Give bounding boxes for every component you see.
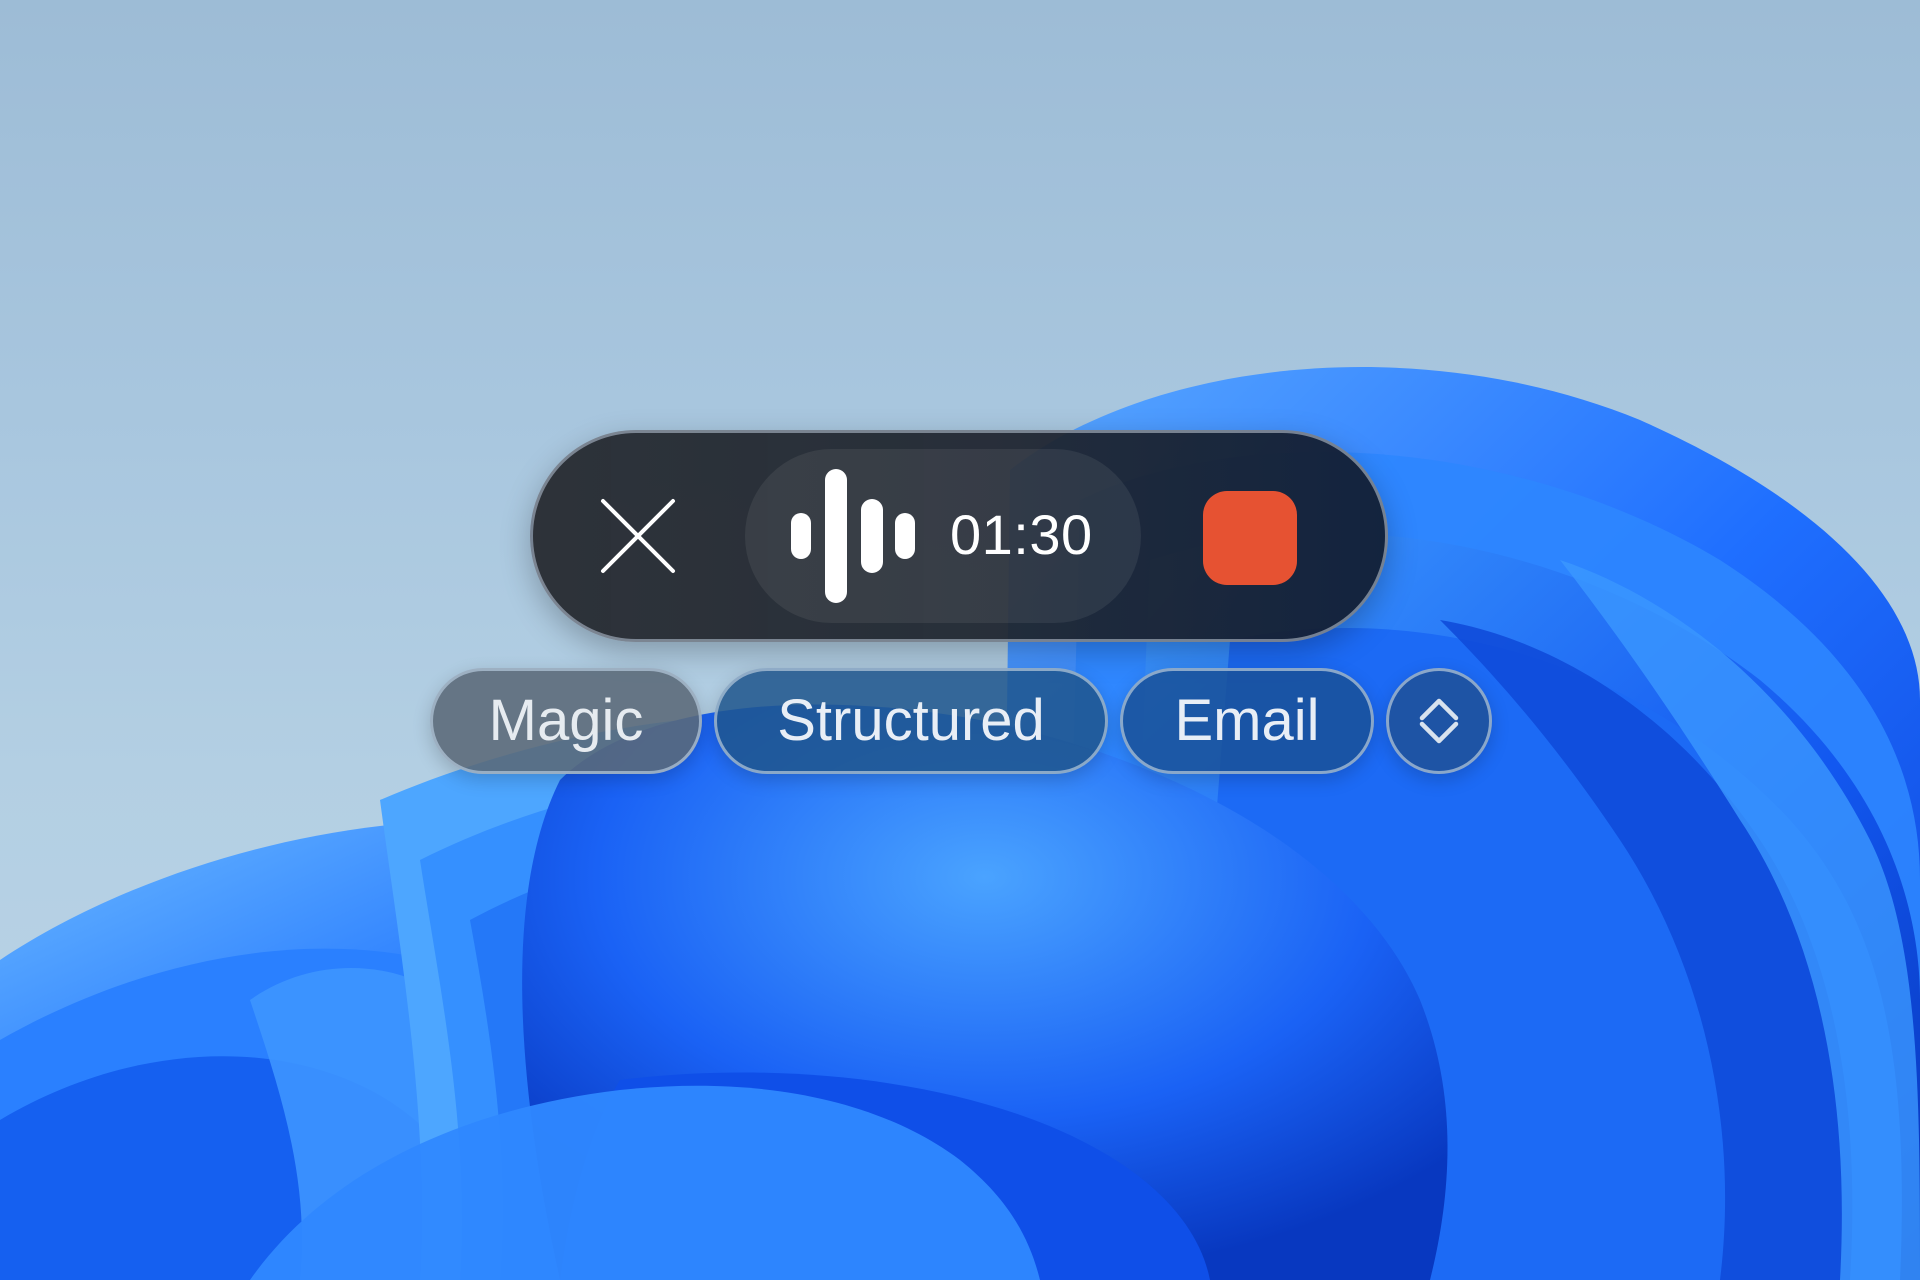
close-icon xyxy=(601,499,675,573)
mode-chip-magic[interactable]: Magic xyxy=(430,668,702,774)
stop-recording-button[interactable] xyxy=(1203,491,1297,585)
mode-chip-structured[interactable]: Structured xyxy=(714,668,1108,774)
recording-timer: 01:30 xyxy=(950,503,1093,566)
close-button[interactable] xyxy=(585,483,691,589)
recording-bar: 01:30 xyxy=(530,430,1388,642)
chevron-up-down-icon xyxy=(1419,698,1459,744)
recording-status-pill: 01:30 xyxy=(745,449,1141,623)
mode-switcher-button[interactable] xyxy=(1386,668,1492,774)
mode-chip-email[interactable]: Email xyxy=(1120,668,1374,774)
audio-waveform-icon xyxy=(791,469,915,603)
